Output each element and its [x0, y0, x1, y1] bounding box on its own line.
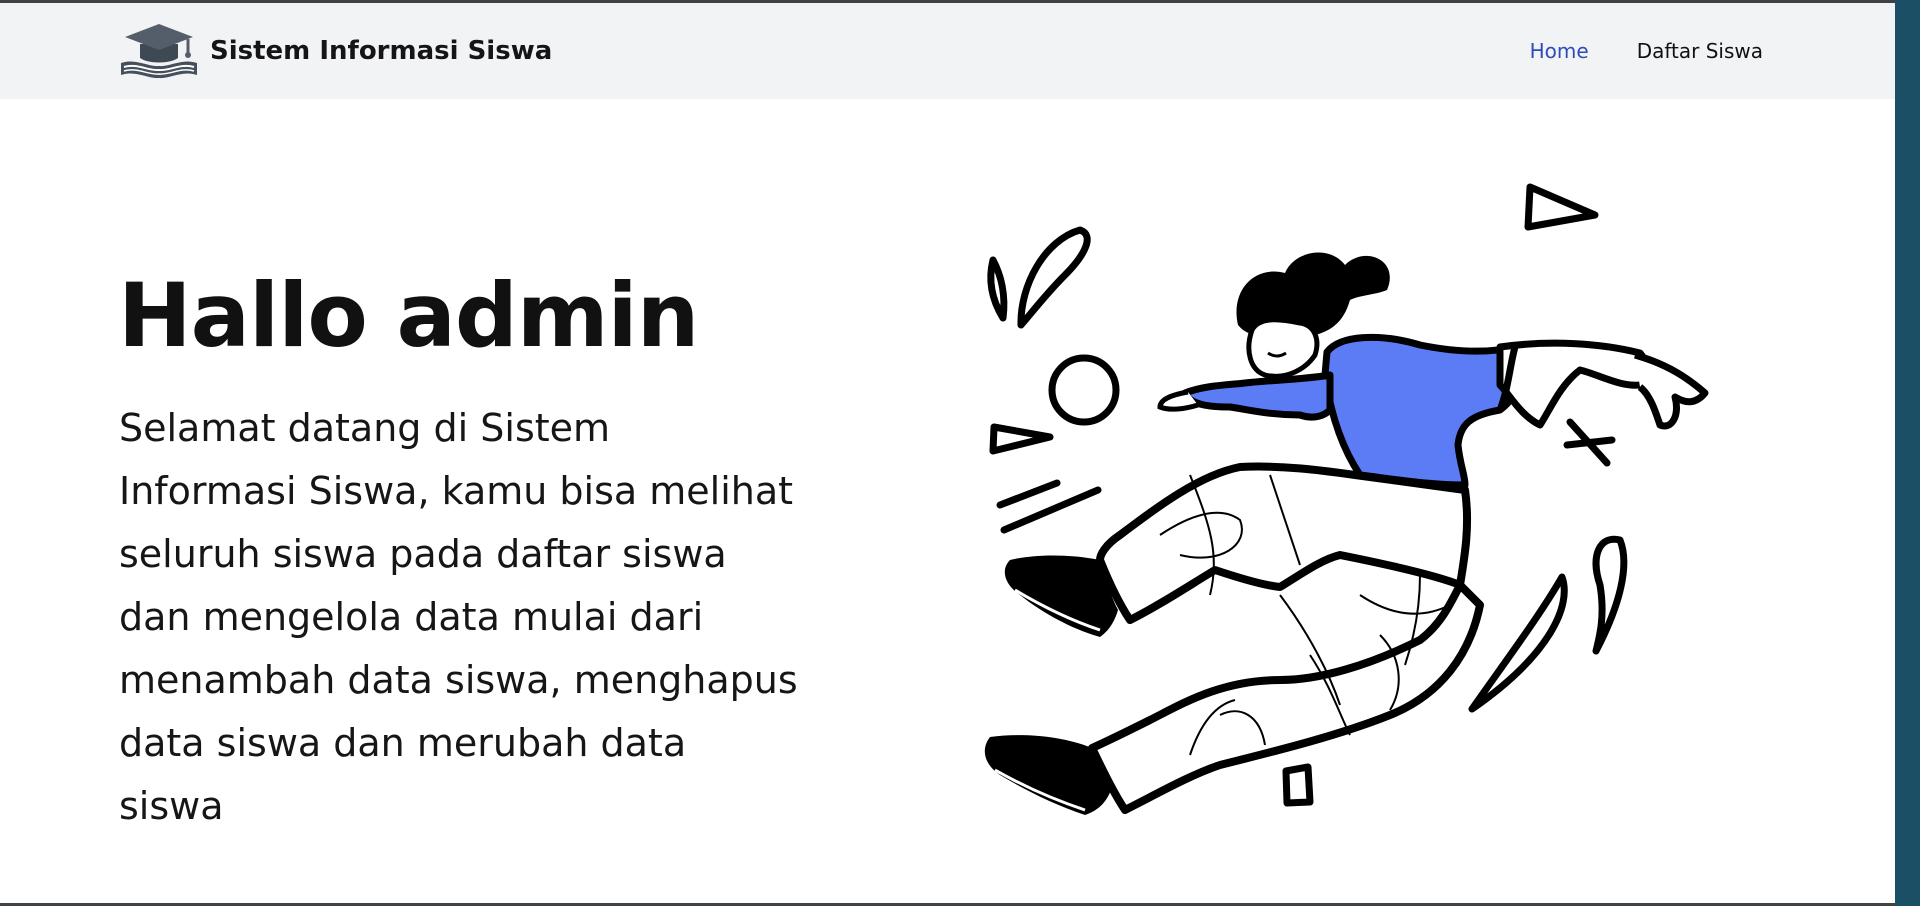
nav-link-daftar-siswa[interactable]: Daftar Siswa: [1637, 39, 1763, 63]
brand-name: Sistem Informasi Siswa: [210, 36, 553, 66]
triangle-shape-small: [989, 423, 1054, 455]
drop-shape-right: [1468, 573, 1568, 713]
nav-link-home[interactable]: Home: [1530, 39, 1589, 63]
graduation-cap-on-books-icon: [121, 24, 197, 79]
brand-link[interactable]: Sistem Informasi Siswa: [118, 20, 552, 82]
drop-shape-top: [1017, 226, 1091, 329]
nav-menu: Home Daftar Siswa: [1530, 39, 1763, 63]
drop-shape-far-right: [1592, 535, 1628, 655]
window-right-edge: [1895, 0, 1920, 906]
square-shape: [1282, 763, 1314, 807]
speed-line: [996, 479, 1061, 509]
circle-shape: [1048, 354, 1120, 426]
navbar: Sistem Informasi Siswa Home Daftar Siswa: [0, 3, 1895, 99]
cross-shape: [1563, 418, 1616, 467]
triangle-shape: [1524, 183, 1599, 231]
hero-title: Hallo admin: [118, 264, 699, 367]
drop-shape-left: [987, 256, 1008, 322]
jumping-person-illustration: [984, 183, 1709, 815]
hero-description: Selamat datang di Sistem Informasi Siswa…: [119, 406, 798, 828]
